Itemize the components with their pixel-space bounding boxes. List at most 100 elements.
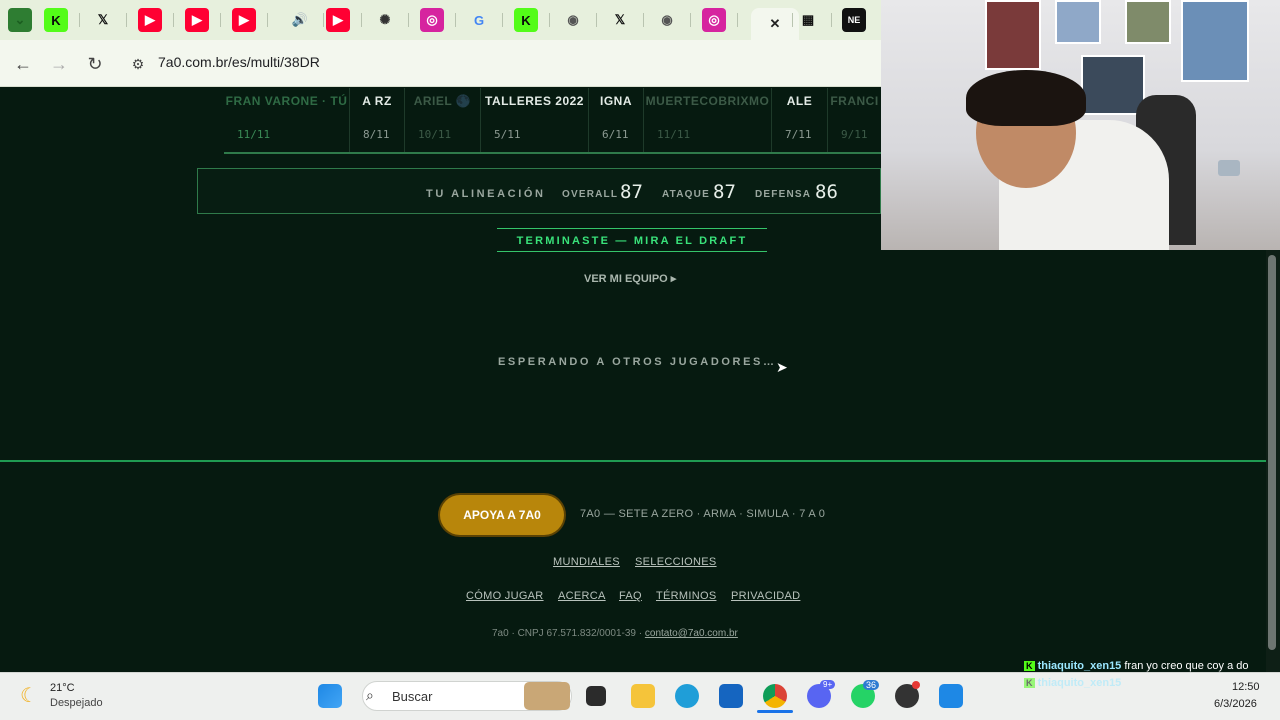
player-name: FRANCI xyxy=(830,94,879,108)
edge-icon[interactable] xyxy=(675,684,699,708)
audio-icon[interactable]: 🔊 xyxy=(288,8,312,32)
whatsapp-badge: 36 xyxy=(863,680,880,690)
wall-poster xyxy=(985,0,1041,70)
footer-link-how-to-play[interactable]: CÓMO JUGAR xyxy=(466,590,544,602)
chat-message: K thiaquito_xen15 xyxy=(1024,677,1249,689)
player-score: 5/11 xyxy=(494,128,521,141)
tab-separator xyxy=(690,13,691,27)
footer-tagline: 7A0 — SETE A ZERO · ARMA · SIMULA · 7 A … xyxy=(580,508,826,520)
player-column[interactable]: FRAN VARONE · TÚ 11/11 xyxy=(224,88,349,152)
player-column[interactable]: IGNA 6/11 xyxy=(588,88,643,152)
kick-icon: K xyxy=(1024,661,1035,671)
youtube-icon[interactable]: ▶ xyxy=(185,8,209,32)
player-name: ALE xyxy=(786,94,813,108)
player-name: TALLERES 2022 xyxy=(485,94,584,108)
legal-text: 7a0 · CNPJ 67.571.832/0001-39 · xyxy=(492,628,645,639)
overall-label: OVERALL xyxy=(562,189,619,200)
tab-separator xyxy=(323,13,324,27)
youtube-icon[interactable]: ▶ xyxy=(326,8,350,32)
forward-icon[interactable]: → xyxy=(47,52,71,76)
wall-poster xyxy=(1081,55,1145,115)
discord-badge: 9+ xyxy=(820,680,836,689)
active-app-indicator xyxy=(757,710,793,713)
player-name: IGNA xyxy=(600,94,632,108)
wall-poster xyxy=(1125,0,1171,44)
site-info-icon[interactable]: ⚙ xyxy=(126,52,150,76)
player-score: 6/11 xyxy=(602,128,629,141)
player-column[interactable]: A RZ 8/11 xyxy=(349,88,404,152)
player-score: 8/11 xyxy=(363,128,390,141)
instagram-icon[interactable]: ◎ xyxy=(420,8,444,32)
notepad-icon[interactable] xyxy=(939,684,963,708)
tab-separator xyxy=(126,13,127,27)
google-icon[interactable]: G xyxy=(467,8,491,32)
player-column[interactable]: ARIEL 🌑 10/11 xyxy=(404,88,480,152)
site-icon[interactable]: ▦ xyxy=(796,8,820,32)
player-column[interactable]: MUERTECOBRIXMO 11/11 xyxy=(643,88,771,152)
scrollbar-thumb[interactable] xyxy=(1268,255,1276,650)
task-view-icon[interactable] xyxy=(586,686,606,706)
player-name: FRAN VARONE · TÚ xyxy=(225,94,348,108)
reload-icon[interactable]: ↻ xyxy=(83,52,107,76)
wall-poster xyxy=(1055,0,1101,44)
back-icon[interactable]: ← xyxy=(11,52,35,76)
file-explorer-icon[interactable] xyxy=(631,684,655,708)
clock-date[interactable]: 6/3/2026 xyxy=(1214,698,1257,710)
view-team-link[interactable]: VER MI EQUIPO ▸ xyxy=(584,272,676,285)
tab-separator xyxy=(502,13,503,27)
x-icon[interactable]: 𝕏 xyxy=(91,8,115,32)
footer-link-privacy[interactable]: PRIVACIDAD xyxy=(731,590,800,602)
footer-link-about[interactable]: ACERCA xyxy=(558,590,606,602)
support-button[interactable]: APOYA A 7A0 xyxy=(440,495,564,535)
waiting-status: ESPERANDO A OTROS JUGADORES… xyxy=(498,356,777,368)
chrome-icon[interactable] xyxy=(763,684,787,708)
footer-link-terms[interactable]: TÉRMINOS xyxy=(656,590,716,602)
attack-label: ATAQUE xyxy=(662,189,710,200)
weather-temp[interactable]: 21°C xyxy=(50,682,75,694)
chat-username: thiaquito_xen15 xyxy=(1037,677,1122,689)
tab-separator xyxy=(737,13,738,27)
webcam-overlay xyxy=(881,0,1280,250)
kick-icon[interactable]: K xyxy=(44,8,68,32)
player-score: 11/11 xyxy=(237,128,271,141)
wall-outlet xyxy=(1218,160,1240,176)
ne-icon[interactable]: NE xyxy=(842,8,866,32)
tab-separator xyxy=(792,13,793,27)
instagram-icon[interactable]: ◎ xyxy=(702,8,726,32)
tab-separator xyxy=(361,13,362,27)
chrome-icon[interactable]: ◉ xyxy=(561,8,585,32)
player-column[interactable]: FRANCI 9/11 xyxy=(827,88,881,152)
overall-value: 87 xyxy=(620,181,643,203)
chevron-down-icon[interactable]: ⌄ xyxy=(8,8,32,32)
tab-separator xyxy=(831,13,832,27)
x-icon[interactable]: 𝕏 xyxy=(608,8,632,32)
youtube-icon[interactable]: ▶ xyxy=(138,8,162,32)
tab-separator xyxy=(267,13,268,27)
tab-separator xyxy=(173,13,174,27)
player-column[interactable]: ALE 7/11 xyxy=(771,88,827,152)
stream-chat: K thiaquito_xen15 fran yo creo que coy a… xyxy=(1024,660,1249,689)
view-draft-button[interactable]: TERMINASTE — MIRA EL DRAFT xyxy=(497,228,767,252)
url-field[interactable]: 7a0.com.br/es/multi/38DR xyxy=(158,54,320,70)
tab-separator xyxy=(643,13,644,27)
mouse-cursor-icon: ➤ xyxy=(776,359,788,375)
contact-email-link[interactable]: contato@7a0.com.br xyxy=(645,628,738,639)
start-icon[interactable] xyxy=(318,684,342,708)
taskbar-search-placeholder: Buscar xyxy=(392,689,433,704)
tab-separator xyxy=(596,13,597,27)
chatgpt-icon[interactable]: ✺ xyxy=(373,8,397,32)
tab-separator xyxy=(408,13,409,27)
player-column[interactable]: TALLERES 2022 5/11 xyxy=(480,88,588,152)
chrome-icon[interactable]: ◉ xyxy=(655,8,679,32)
kick-icon[interactable]: K xyxy=(514,8,538,32)
weather-desc[interactable]: Despejado xyxy=(50,697,103,709)
youtube-icon[interactable]: ▶ xyxy=(232,8,256,32)
recording-dot-icon xyxy=(912,681,920,689)
footer-link-mundiales[interactable]: MUNDIALES xyxy=(553,556,620,568)
store-icon[interactable] xyxy=(719,684,743,708)
moon-icon[interactable]: ☾ xyxy=(20,683,38,708)
footer-link-faq[interactable]: FAQ xyxy=(619,590,642,602)
clock-time[interactable]: 12:50 xyxy=(1232,681,1260,693)
chat-text: fran yo creo que coy a do xyxy=(1124,660,1249,672)
footer-link-selecciones[interactable]: SELECCIONES xyxy=(635,556,717,568)
